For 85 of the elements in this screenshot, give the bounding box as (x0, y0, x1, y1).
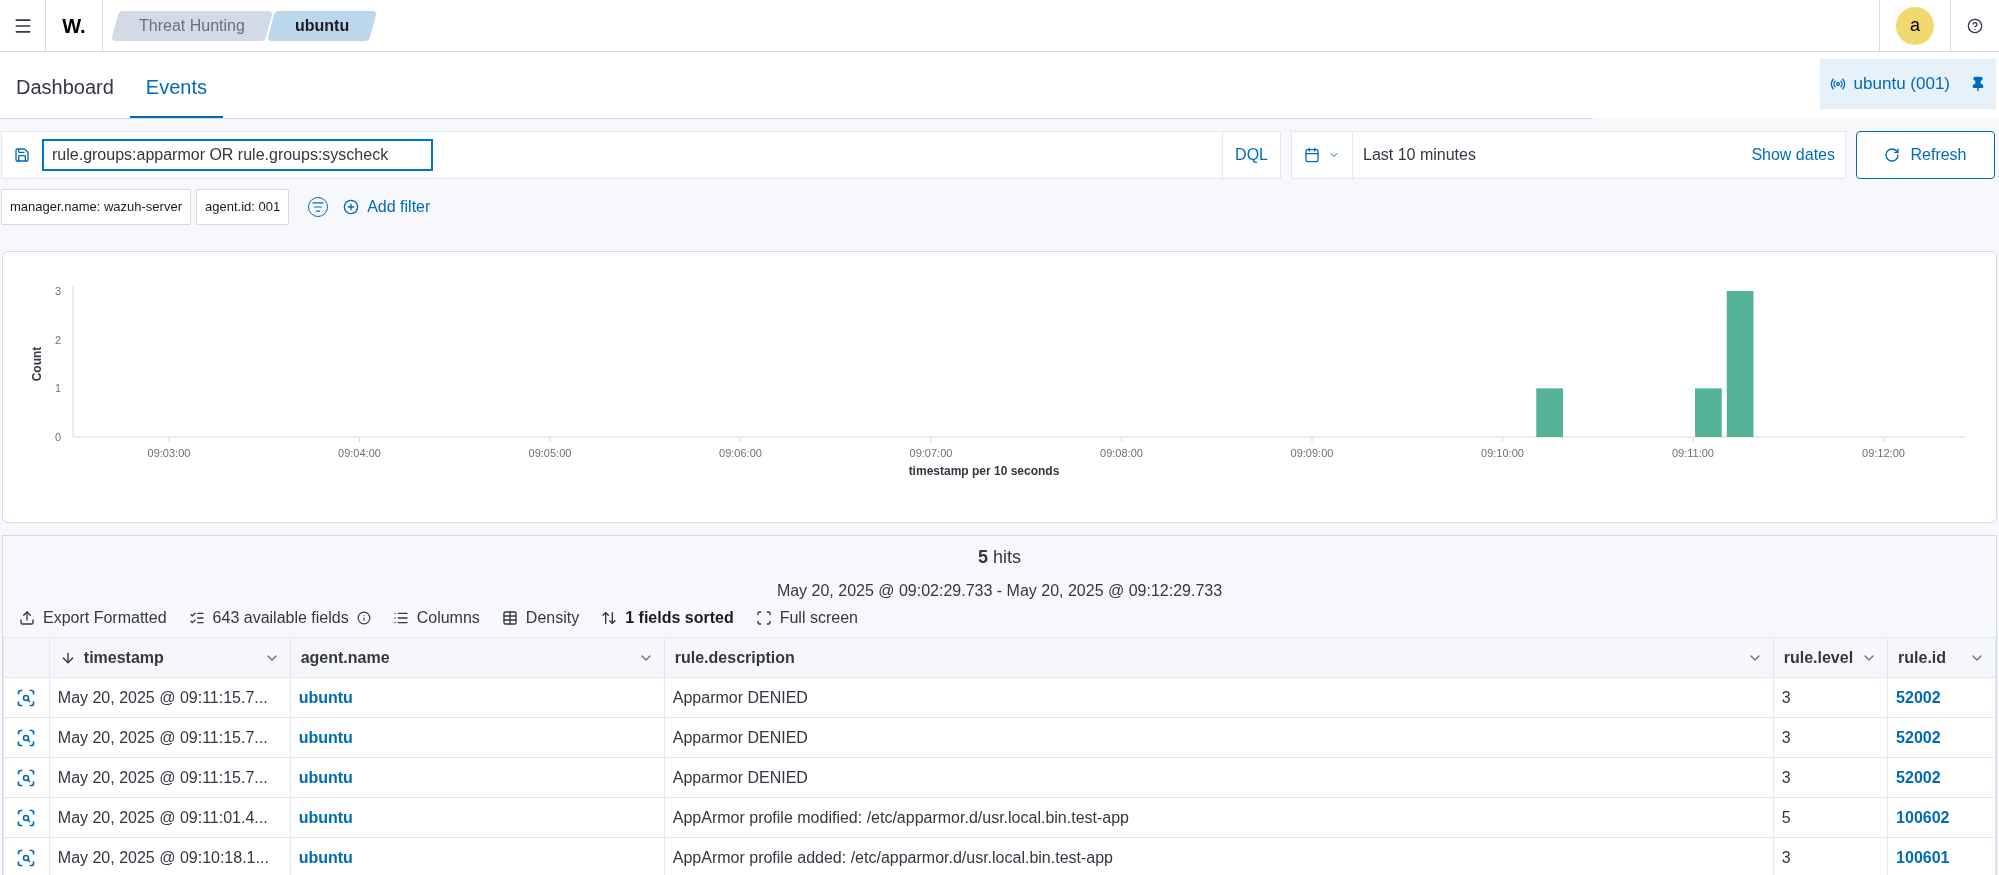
toolbar-button[interactable]: Columns (392, 606, 480, 630)
x-tick-label: 09:07:00 (909, 447, 953, 459)
agent-pinned-badge[interactable]: ubuntu (001) (1819, 59, 1996, 109)
histogram-bar (1536, 388, 1563, 437)
pin-icon[interactable] (1970, 76, 1986, 92)
table-cell: May 20, 2025 @ 09:11:15.7... (49, 717, 291, 758)
table-cell: May 20, 2025 @ 09:11:15.7... (49, 757, 291, 798)
filter-pill[interactable]: manager.name: wazuh-server (1, 189, 191, 225)
table-link[interactable]: 100602 (1887, 797, 1996, 838)
table-cell: 3 (1773, 717, 1888, 758)
toolbar-button[interactable]: Full screen (755, 606, 858, 630)
fullscreen-icon (755, 610, 772, 626)
inspect-icon[interactable] (16, 688, 37, 709)
filter-pill[interactable]: agent.id: 001 (196, 189, 290, 225)
x-tick-label: 09:09:00 (1290, 447, 1334, 459)
inspect-icon[interactable] (16, 808, 37, 829)
breadcrumb[interactable]: Threat Hunting (111, 10, 273, 41)
x-tick-label: 09:12:00 (1862, 447, 1905, 459)
toolbar-button[interactable]: 643 available fields (188, 606, 371, 630)
inspect-icon[interactable] (16, 728, 37, 749)
antenna-icon (1829, 76, 1846, 92)
column-header[interactable]: rule.level (1773, 637, 1888, 678)
table-link[interactable]: 52002 (1887, 677, 1996, 718)
add-filter-button[interactable]: Add filter (343, 195, 431, 219)
inspect-icon[interactable] (16, 848, 37, 869)
sort-icon (601, 610, 618, 626)
breadcrumb[interactable]: ubuntu (266, 10, 378, 41)
refresh-button[interactable]: Refresh (1856, 131, 1995, 179)
date-range: Last 10 minutes (1362, 145, 1477, 165)
column-header[interactable]: rule.id (1887, 637, 1996, 678)
x-axis-title: timestamp per 10 seconds (908, 464, 1060, 478)
x-tick-label: 09:05:00 (528, 447, 572, 459)
toolbar-button[interactable]: 1 fields sorted (601, 606, 734, 630)
query-language-toggle[interactable]: DQL (1222, 132, 1280, 178)
refresh-icon (1884, 147, 1901, 163)
column-header[interactable]: rule.description (664, 637, 1774, 678)
table-cell: AppArmor profile modified: /etc/apparmor.d/usr.local.bin.test-app (664, 797, 1774, 838)
x-tick-label: 09:10:00 (1481, 447, 1524, 459)
plus-icon (343, 199, 360, 215)
toolbar-button[interactable]: Export Formatted (19, 606, 167, 630)
table-link[interactable]: 52002 (1887, 717, 1996, 758)
tab[interactable]: Dashboard (0, 58, 130, 118)
list-icon (392, 610, 409, 626)
table-icon (501, 610, 518, 626)
y-tick-label: 2 (54, 333, 61, 346)
user-avatar[interactable]: a (1896, 6, 1934, 45)
info-icon (356, 611, 371, 625)
table-link[interactable]: ubuntu (290, 757, 665, 798)
show-dates-link[interactable]: Show dates (1741, 143, 1845, 167)
inspect-icon[interactable] (16, 768, 37, 789)
x-tick-label: 09:11:00 (1672, 447, 1714, 459)
toolbar-button[interactable]: Density (501, 606, 580, 630)
hits-count: 5 hits (978, 546, 1021, 569)
table-link[interactable]: 52002 (1887, 757, 1996, 798)
table-cell: Apparmor DENIED (664, 757, 1774, 798)
x-tick-label: 09:04:00 (338, 447, 381, 459)
calendar-icon (1304, 147, 1320, 163)
table-cell: 3 (1773, 677, 1888, 718)
table-cell: May 20, 2025 @ 09:11:01.4... (49, 797, 291, 838)
column-header[interactable]: agent.name (290, 637, 665, 678)
export-icon (19, 610, 35, 626)
save-icon[interactable] (14, 147, 30, 163)
agent-label: ubuntu (001) (1853, 73, 1950, 96)
table-link[interactable]: ubuntu (290, 717, 665, 758)
y-tick-label: 1 (54, 382, 61, 395)
table-cell: May 20, 2025 @ 09:11:15.7... (49, 677, 291, 718)
y-tick-label: 3 (54, 285, 61, 297)
table-link[interactable]: ubuntu (290, 677, 665, 718)
x-tick-label: 09:06:00 (719, 447, 762, 459)
y-tick-label: 0 (54, 431, 61, 443)
histogram-bar (1695, 388, 1722, 437)
x-tick-label: 09:03:00 (147, 447, 191, 459)
table-cell: 5 (1773, 797, 1888, 838)
logo: W. (61, 13, 87, 39)
hits-time-range: May 20, 2025 @ 09:02:29.733 - May 20, 2025 @ 09:12:29.733 (776, 581, 1223, 601)
help-icon[interactable] (1967, 17, 1983, 34)
table-link[interactable]: ubuntu (290, 797, 665, 838)
x-tick-label: 09:08:00 (1100, 447, 1143, 459)
table-cell: 3 (1773, 757, 1888, 798)
list-icon (188, 610, 205, 626)
table-cell: Apparmor DENIED (664, 677, 1774, 718)
table-cell: Apparmor DENIED (664, 717, 1774, 758)
column-header[interactable]: timestamp (49, 637, 291, 678)
y-axis-title: Count (30, 346, 44, 382)
query-input[interactable]: rule.groups:apparmor OR rule.groups:syscheck (42, 139, 433, 171)
